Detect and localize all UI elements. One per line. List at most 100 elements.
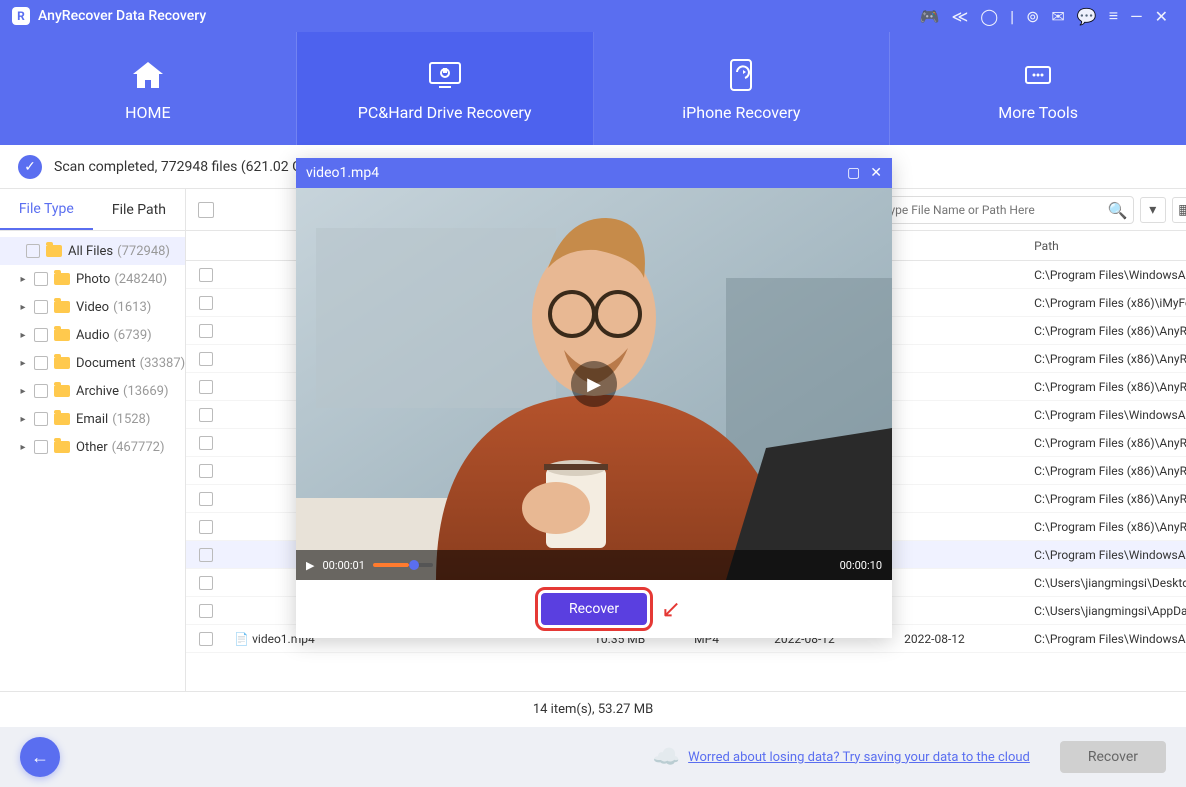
total-time: 00:00:10 [840, 559, 882, 572]
minimize-icon[interactable]: — [1130, 7, 1143, 26]
search-input[interactable] [874, 196, 1134, 224]
tree-label: Archive [76, 384, 119, 399]
preview-recover-button[interactable]: Recover [541, 593, 647, 625]
search-box: 🔍 [874, 196, 1134, 224]
tree-count: (13669) [123, 384, 169, 399]
row-path: C:\Program Files (x86)\AnyRecove... [1026, 352, 1186, 366]
grid-view-button[interactable]: ▦ [1172, 197, 1186, 223]
tree-count: (6739) [113, 328, 151, 343]
nav-home[interactable]: HOME [0, 32, 297, 145]
row-checkbox[interactable] [199, 380, 213, 394]
row-checkbox[interactable] [199, 352, 213, 366]
row-checkbox[interactable] [199, 520, 213, 534]
tree-item-photo[interactable]: ▸Photo (248240) [0, 265, 185, 293]
checkbox[interactable] [34, 272, 48, 286]
nav-pcdrive[interactable]: PC&Hard Drive Recovery [297, 32, 594, 145]
play-overlay-icon[interactable]: ▶ [571, 361, 617, 407]
tree-label: Email [76, 412, 108, 427]
close-icon[interactable]: ✕ [1155, 7, 1168, 26]
checkbox[interactable] [34, 356, 48, 370]
row-checkbox[interactable] [199, 296, 213, 310]
row-checkbox[interactable] [199, 324, 213, 338]
nav-more-label: More Tools [998, 103, 1078, 122]
row-checkbox[interactable] [199, 604, 213, 618]
tree-item-video[interactable]: ▸Video (1613) [0, 293, 185, 321]
tree-item-archive[interactable]: ▸ Archive (13669) [0, 377, 185, 405]
row-checkbox[interactable] [199, 548, 213, 562]
chevron-right-icon[interactable]: ▸ [18, 302, 28, 313]
nav-tabs: HOME PC&Hard Drive Recovery iPhone Recov… [0, 32, 1186, 145]
row-checkbox[interactable] [199, 464, 213, 478]
titlebar: R AnyRecover Data Recovery 🎮 ≪ ◯ | ⊚ ✉ 💬… [0, 0, 1186, 32]
row-checkbox[interactable] [199, 268, 213, 282]
discord-icon[interactable]: 🎮 [920, 7, 940, 26]
tree-item-email[interactable]: ▸ Email (1528) [0, 405, 185, 433]
progress-handle[interactable] [409, 560, 419, 570]
tree-label: All Files [68, 244, 113, 259]
row-path: C:\Program Files (x86)\AnyRecove... [1026, 520, 1186, 534]
phone-icon [721, 55, 761, 95]
tree-label: Photo [76, 272, 110, 287]
checkbox[interactable] [34, 384, 48, 398]
tree-item-audio[interactable]: ▸ Audio (6739) [0, 321, 185, 349]
nav-more[interactable]: More Tools [890, 32, 1186, 145]
row-modified: 2022-08-12 [896, 632, 1026, 646]
row-checkbox[interactable] [199, 576, 213, 590]
row-path: C:\Program Files\WindowsApps\A... [1026, 408, 1186, 422]
user-icon[interactable]: ◯ [980, 7, 998, 26]
chevron-right-icon[interactable]: ▸ [18, 330, 28, 341]
preview-close-icon[interactable]: ✕ [870, 165, 882, 181]
folder-icon [54, 385, 70, 397]
tree-count: (467772) [112, 440, 165, 455]
chevron-right-icon[interactable]: ▸ [18, 274, 28, 285]
row-path: C:\Program Files (x86)\AnyRecove... [1026, 436, 1186, 450]
chevron-right-icon[interactable]: ▸ [18, 386, 28, 397]
checkbox[interactable] [26, 244, 40, 258]
tree-all-files[interactable]: All Files (772948) [0, 237, 185, 265]
tree-count: (772948) [117, 244, 170, 259]
tab-file-type[interactable]: File Type [0, 189, 93, 230]
recover-button[interactable]: Recover [1060, 741, 1166, 773]
tree-item-document[interactable]: ▸Document (33387) [0, 349, 185, 377]
menu-icon[interactable]: ≡ [1109, 6, 1118, 26]
nav-pcdrive-label: PC&Hard Drive Recovery [358, 103, 532, 122]
checkbox[interactable] [34, 440, 48, 454]
footer: ← ☁️ Worred about losing data? Try savin… [0, 727, 1186, 787]
tree-count: (33387) [140, 356, 186, 371]
progress-bar[interactable] [373, 563, 433, 567]
chevron-right-icon[interactable]: ▸ [18, 442, 28, 453]
preview-maximize-icon[interactable]: ▢ [847, 165, 860, 181]
preview-title: video1.mp4 [306, 165, 379, 181]
select-all-checkbox[interactable] [198, 202, 214, 218]
preview-video[interactable]: ▶ ▶ 00:00:01 00:00:10 [296, 188, 892, 580]
row-path: C:\Users\jiangmingsi\Desktop\cap... [1026, 576, 1186, 590]
tree-label: Audio [76, 328, 109, 343]
checkbox[interactable] [34, 300, 48, 314]
mail-icon[interactable]: ✉ [1051, 7, 1064, 26]
chevron-right-icon[interactable]: ▸ [18, 358, 28, 369]
row-checkbox[interactable] [199, 408, 213, 422]
chevron-right-icon[interactable]: ▸ [18, 414, 28, 425]
play-button-icon[interactable]: ▶ [306, 559, 314, 572]
tab-file-path[interactable]: File Path [93, 189, 186, 230]
settings-icon[interactable]: ⊚ [1026, 7, 1039, 26]
tree-count: (1528) [112, 412, 150, 427]
row-path: C:\Program Files (x86)\iMyFone\i... [1026, 296, 1186, 310]
cloud-link[interactable]: Worred about losing data? Try saving you… [688, 750, 1030, 765]
checkbox[interactable] [34, 412, 48, 426]
row-checkbox[interactable] [199, 632, 213, 646]
col-path[interactable]: Path◇ [1026, 239, 1186, 253]
search-icon[interactable]: 🔍 [1108, 201, 1128, 220]
back-button[interactable]: ← [20, 737, 60, 777]
tree-item-other[interactable]: ▸Other (467772) [0, 433, 185, 461]
filter-button[interactable]: ▾ [1140, 197, 1166, 223]
nav-iphone[interactable]: iPhone Recovery [594, 32, 891, 145]
folder-icon [54, 301, 70, 313]
row-checkbox[interactable] [199, 436, 213, 450]
folder-icon [46, 245, 62, 257]
feedback-icon[interactable]: 💬 [1077, 7, 1097, 26]
share-icon[interactable]: ≪ [951, 7, 968, 26]
checkbox[interactable] [34, 328, 48, 342]
folder-icon [54, 441, 70, 453]
row-checkbox[interactable] [199, 492, 213, 506]
